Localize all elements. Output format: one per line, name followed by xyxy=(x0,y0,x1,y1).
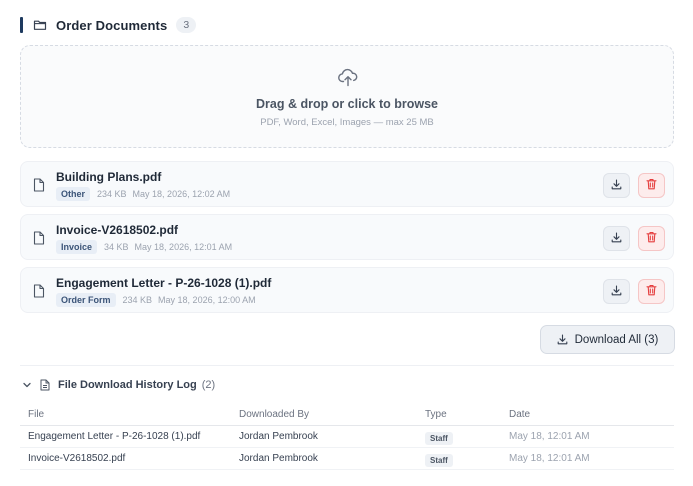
file-row: Building Plans.pdf Other 234 KB May 18, … xyxy=(20,161,674,207)
delete-file-button[interactable] xyxy=(638,173,665,198)
history-title: File Download History Log xyxy=(58,379,197,391)
table-row-divider xyxy=(20,469,674,470)
download-icon xyxy=(557,334,575,345)
file-row: Invoice-V2618502.pdf Invoice 34 KB May 1… xyxy=(20,214,674,260)
file-size: 34 KB xyxy=(104,242,129,252)
delete-file-button[interactable] xyxy=(638,279,665,304)
file-meta: Invoice 34 KB May 18, 2026, 12:01 AM xyxy=(56,240,238,254)
trash-icon xyxy=(646,230,657,248)
history-date: May 18, 12:01 AM xyxy=(509,431,590,442)
download-file-button[interactable] xyxy=(603,173,630,198)
file-size: 234 KB xyxy=(122,295,153,305)
download-file-button[interactable] xyxy=(603,226,630,251)
file-meta: Other 234 KB May 18, 2026, 12:02 AM xyxy=(56,187,236,201)
history-date: May 18, 12:01 AM xyxy=(509,453,590,464)
table-row-divider xyxy=(20,447,674,448)
file-name: Building Plans.pdf xyxy=(56,170,162,184)
file-meta: Order Form 234 KB May 18, 2026, 12:00 AM xyxy=(56,293,262,307)
folder-icon xyxy=(33,18,47,32)
document-icon xyxy=(40,379,50,391)
download-icon xyxy=(611,283,622,301)
file-name: Engagement Letter - P-26-1028 (1).pdf xyxy=(56,276,272,290)
column-header-downloaded-by: Downloaded By xyxy=(239,409,310,420)
download-file-button[interactable] xyxy=(603,279,630,304)
file-category-tag: Invoice xyxy=(56,240,98,254)
download-icon xyxy=(611,230,622,248)
history-type-badge: Staff xyxy=(425,454,453,467)
order-documents-panel: Order Documents 3 Drag & drop or click t… xyxy=(0,0,693,486)
file-category-tag: Other xyxy=(56,187,91,201)
history-file: Invoice-V2618502.pdf xyxy=(28,453,126,464)
history-downloaded-by: Jordan Pembrook xyxy=(239,453,318,464)
table-header-divider xyxy=(20,425,674,426)
dropzone-hint: PDF, Word, Excel, Images — max 25 MB xyxy=(260,117,434,128)
cloud-upload-icon xyxy=(337,66,359,88)
history-count: (2) xyxy=(201,379,216,391)
trash-icon xyxy=(646,283,657,301)
file-date: May 18, 2026, 12:01 AM xyxy=(134,242,233,252)
trash-icon xyxy=(646,177,657,195)
column-header-date: Date xyxy=(509,409,531,420)
panel-header: Order Documents 3 xyxy=(20,14,197,36)
download-icon xyxy=(611,177,622,195)
download-all-label: Download All (3) xyxy=(574,333,659,346)
document-count-badge: 3 xyxy=(176,17,197,33)
file-category-tag: Order Form xyxy=(56,293,116,307)
upload-dropzone[interactable]: Drag & drop or click to browse PDF, Word… xyxy=(20,45,674,148)
delete-file-button[interactable] xyxy=(638,226,665,251)
history-file: Engagement Letter - P-26-1028 (1).pdf xyxy=(28,431,201,442)
download-all-button[interactable]: Download All (3) xyxy=(540,325,675,354)
section-divider xyxy=(20,365,674,366)
file-icon xyxy=(33,231,45,245)
file-icon xyxy=(33,178,45,192)
file-date: May 18, 2026, 12:00 AM xyxy=(158,295,256,305)
file-size: 234 KB xyxy=(97,189,127,199)
dropzone-title: Drag & drop or click to browse xyxy=(256,97,438,111)
chevron-down-icon xyxy=(22,380,32,390)
column-header-file: File xyxy=(28,409,45,420)
file-icon xyxy=(33,284,45,298)
panel-title: Order Documents xyxy=(56,17,168,33)
history-type-badge: Staff xyxy=(425,432,453,445)
file-name: Invoice-V2618502.pdf xyxy=(56,223,179,237)
file-date: May 18, 2026, 12:02 AM xyxy=(132,189,231,199)
history-toggle[interactable]: File Download History Log (2) xyxy=(22,377,215,393)
column-header-type: Type xyxy=(425,409,447,420)
history-downloaded-by: Jordan Pembrook xyxy=(239,431,318,442)
accent-bar xyxy=(20,17,23,33)
file-row: Engagement Letter - P-26-1028 (1).pdf Or… xyxy=(20,267,674,313)
